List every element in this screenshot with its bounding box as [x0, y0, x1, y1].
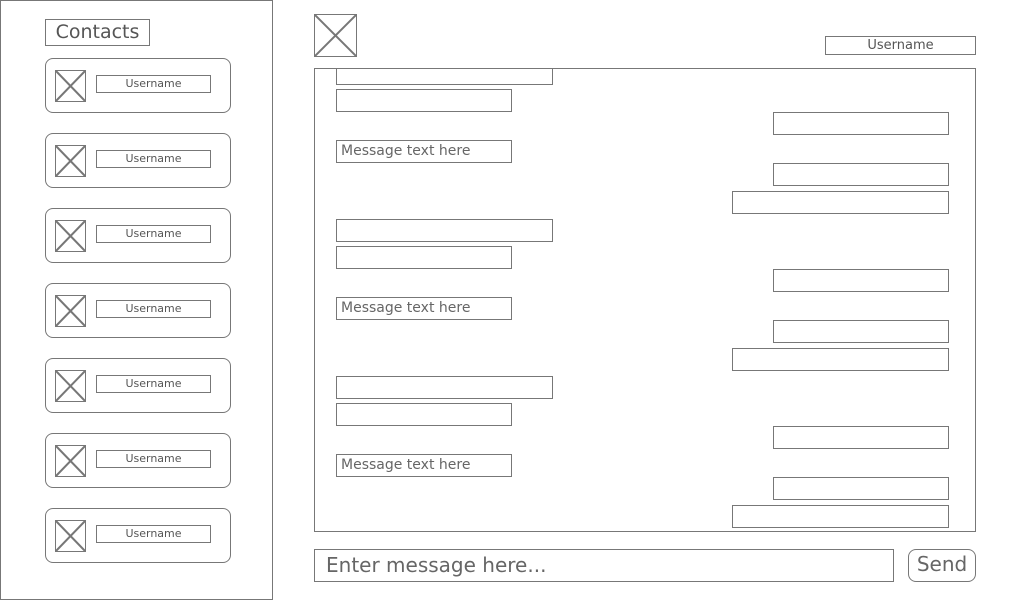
message-bubble-received	[336, 403, 512, 426]
contact-avatar-image-placeholder-icon	[55, 220, 86, 252]
contact-username: Username	[96, 225, 211, 243]
contact-card[interactable]: Username	[45, 208, 231, 263]
message-bubble-received	[336, 219, 553, 242]
message-bubble-received	[336, 69, 553, 85]
message-bubble-sent	[773, 477, 949, 500]
contacts-title: Contacts	[45, 19, 150, 46]
contact-avatar-image-placeholder-icon	[55, 445, 86, 477]
message-bubble-sent	[732, 191, 949, 214]
message-bubble-sent	[773, 320, 949, 343]
contact-avatar-image-placeholder-icon	[55, 295, 86, 327]
chat-message-area[interactable]: Message text here Message text here Messag…	[314, 68, 976, 532]
contact-username: Username	[96, 375, 211, 393]
contact-username: Username	[96, 150, 211, 168]
chat-header-username: Username	[825, 36, 976, 55]
message-bubble-received: Message text here	[336, 297, 512, 320]
message-bubble-sent	[773, 269, 949, 292]
contact-card[interactable]: Username	[45, 283, 231, 338]
contact-card[interactable]: Username	[45, 58, 231, 113]
message-bubble-sent	[773, 163, 949, 186]
message-bubble-received: Message text here	[336, 454, 512, 477]
send-button[interactable]: Send	[908, 549, 976, 582]
contact-card[interactable]: Username	[45, 358, 231, 413]
contact-username: Username	[96, 300, 211, 318]
contact-username: Username	[96, 525, 211, 543]
contact-avatar-image-placeholder-icon	[55, 520, 86, 552]
message-bubble-received	[336, 89, 512, 112]
contact-avatar-image-placeholder-icon	[55, 70, 86, 102]
contact-card[interactable]: Username	[45, 133, 231, 188]
message-bubble-received: Message text here	[336, 140, 512, 163]
message-bubble-received	[336, 376, 553, 399]
message-bubble-sent	[732, 505, 949, 528]
message-bubble-sent	[732, 348, 949, 371]
message-bubble-sent	[773, 426, 949, 449]
contact-username: Username	[96, 75, 211, 93]
chat-avatar-image-placeholder-icon	[314, 14, 357, 57]
contact-avatar-image-placeholder-icon	[55, 145, 86, 177]
contact-avatar-image-placeholder-icon	[55, 370, 86, 402]
contacts-sidebar: Contacts Username Username Username Usernam…	[0, 0, 273, 600]
message-input[interactable]: Enter message here...	[314, 549, 894, 582]
contact-card[interactable]: Username	[45, 433, 231, 488]
message-bubble-received	[336, 246, 512, 269]
contact-username: Username	[96, 450, 211, 468]
contact-card[interactable]: Username	[45, 508, 231, 563]
message-bubble-sent	[773, 112, 949, 135]
